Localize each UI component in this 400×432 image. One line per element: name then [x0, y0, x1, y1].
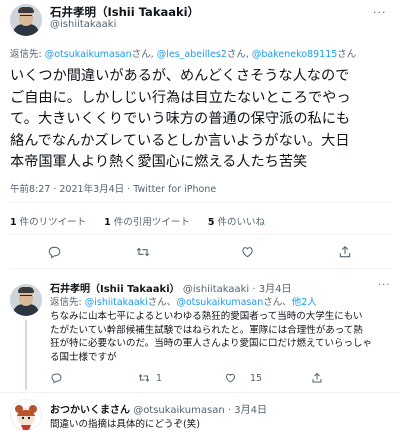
- author-name[interactable]: おつかいくまさん: [50, 405, 130, 416]
- divider: [0, 392, 400, 393]
- reply-icon[interactable]: [50, 372, 63, 384]
- divider: [10, 202, 392, 203]
- mention-link[interactable]: @les_abeilles2: [157, 49, 227, 60]
- retweet-icon[interactable]: [135, 245, 151, 259]
- others-link[interactable]: 他2人: [292, 297, 317, 308]
- like-button[interactable]: 15: [224, 372, 262, 384]
- replying-sep: さん,: [226, 49, 252, 60]
- like-icon[interactable]: [240, 245, 255, 259]
- retweet-count[interactable]: 1 件のリツイート: [10, 214, 86, 228]
- quote-count[interactable]: 1 件の引用ツイート: [104, 214, 190, 228]
- avatar[interactable]: [10, 4, 42, 36]
- reply-header: おつかいくまさん @otsukaikumasan · 3月4日: [50, 401, 267, 416]
- tweet-text: いくつか間違いがあるが、めんどくさそうな人なので ご自由に。しかしじい行為は目立…: [10, 68, 351, 171]
- replying-prefix: 返信先:: [10, 49, 45, 60]
- replying-sep: さん、: [147, 297, 177, 308]
- author-handle[interactable]: @ishiitakaaki: [50, 19, 116, 30]
- retweet-button[interactable]: 1: [137, 372, 162, 384]
- like-count: 15: [250, 372, 263, 384]
- replying-prefix: 返信先:: [50, 297, 85, 308]
- share-icon[interactable]: [338, 245, 352, 259]
- tweet-text: 間違いの指摘は具体的にどうぞ(笑): [50, 419, 200, 430]
- replying-sep: さん、: [263, 297, 292, 308]
- divider: [10, 268, 392, 269]
- mention-link[interactable]: @otsukaikumasan: [176, 297, 263, 308]
- avatar[interactable]: [10, 284, 42, 316]
- replying-suffix: さん: [337, 49, 357, 60]
- tweet-date[interactable]: · 3月4日: [228, 405, 267, 416]
- divider: [10, 234, 392, 235]
- more-options-icon[interactable]: ···: [378, 280, 391, 291]
- retweet-count: 1: [156, 372, 163, 384]
- like-count[interactable]: 5 件のいいね: [208, 214, 265, 228]
- replying-sep: さん,: [131, 49, 157, 60]
- mention-link[interactable]: @otsukaikumasan: [45, 49, 132, 60]
- more-options-icon[interactable]: ···: [373, 6, 387, 19]
- avatar[interactable]: [10, 399, 42, 431]
- replying-to: 返信先: @otsukaikumasanさん, @les_abeilles2さん…: [10, 46, 356, 60]
- replying-to: 返信先: @ishiitakaakiさん、@otsukaikumasanさん、他…: [50, 294, 317, 308]
- like-icon: [225, 373, 236, 383]
- tweet-stats: 1 件のリツイート 1 件の引用ツイート 5 件のいいね: [10, 214, 265, 228]
- tweet-timestamp[interactable]: 午前8:27 · 2021年3月4日 · Twitter for iPhone: [10, 181, 216, 195]
- share-icon[interactable]: [311, 372, 323, 384]
- reply-icon[interactable]: [47, 245, 62, 259]
- mention-link[interactable]: @bakeneko89115: [252, 49, 337, 60]
- tweet-text: ちなみに山本七平によるといわゆる熱狂的愛国者って当時の大学生にもい たがたいてい…: [50, 311, 373, 363]
- thread-line: [25, 320, 27, 390]
- author-handle[interactable]: @otsukaikumasan: [133, 405, 224, 416]
- retweet-icon: [138, 374, 150, 382]
- reply-header: 石井孝明（Ishii Takaaki） @ishiitakaaki · 3月4日: [50, 280, 291, 295]
- mention-link[interactable]: @ishiitakaaki: [85, 297, 148, 308]
- author-name[interactable]: 石井孝明（Ishii Takaaki）: [50, 4, 199, 20]
